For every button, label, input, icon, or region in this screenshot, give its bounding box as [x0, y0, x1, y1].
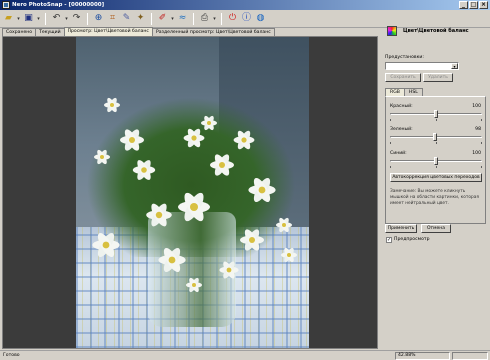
crop-icon[interactable]: ⌗: [106, 12, 119, 25]
toolbar-separator: [193, 12, 194, 25]
redo-icon[interactable]: ↷: [70, 12, 83, 25]
status-bar: Готово 42.88%: [0, 350, 490, 360]
flower: [233, 129, 255, 151]
web-icon[interactable]: ◍: [254, 12, 267, 25]
flower: [104, 96, 120, 114]
wand-icon[interactable]: ✦: [134, 12, 147, 25]
tab-preview[interactable]: Просмотр: Цвет\Цветовой баланс: [63, 27, 153, 36]
photo-image[interactable]: [76, 37, 309, 348]
flower: [132, 158, 156, 182]
title-bar: Nero PhotoSnap - [00000000] _ □ ×: [0, 0, 490, 10]
apply-button[interactable]: Применить: [385, 224, 417, 233]
tab-hsl[interactable]: HSL: [403, 88, 423, 96]
presets-label: Предустановки:: [385, 55, 424, 60]
flower: [240, 227, 264, 253]
color-mode-tabs: RGB HSL: [385, 88, 423, 96]
image-viewer[interactable]: [2, 36, 378, 349]
save-icon[interactable]: ▣: [22, 12, 35, 25]
status-cell: [452, 352, 488, 360]
window-controls: _ □ ×: [459, 1, 488, 9]
flower: [92, 230, 120, 260]
status-text: Готово: [3, 353, 20, 358]
green-label: Зеленый:: [390, 127, 413, 132]
panel-header: Цвет\Цветовой баланс: [381, 18, 490, 46]
close-button[interactable]: ×: [479, 1, 488, 9]
preview-checkbox[interactable]: ✓: [386, 237, 392, 243]
exit-icon[interactable]: ⏻: [226, 12, 239, 25]
slider-thumb[interactable]: [433, 133, 437, 141]
minimize-button[interactable]: _: [459, 1, 468, 9]
adjust-icon[interactable]: ≈: [176, 12, 189, 25]
flower: [210, 152, 234, 178]
color-dropdown-icon[interactable]: ▾: [170, 12, 175, 25]
toolbar-separator: [151, 12, 152, 25]
flower: [276, 216, 292, 234]
flower: [219, 259, 239, 281]
red-slider[interactable]: [390, 110, 482, 121]
flower: [146, 201, 172, 229]
flower: [120, 127, 144, 153]
print-icon[interactable]: ⎙: [198, 12, 211, 25]
flower: [94, 148, 110, 166]
maximize-button[interactable]: □: [469, 1, 478, 9]
zoom-icon[interactable]: ⊕: [92, 12, 105, 25]
toolbar-separator: [87, 12, 88, 25]
red-label: Красный:: [390, 104, 413, 109]
zoom-readout: 42.88%: [395, 352, 450, 360]
rgb-tab-content: Красный: 100 Зеленый: 98 Синий: 100 Авто…: [385, 96, 486, 224]
save-preset-button[interactable]: Сохранить: [385, 73, 421, 82]
open-dropdown-icon[interactable]: ▾: [16, 12, 21, 25]
auto-correct-button[interactable]: Автокоррекция цветовых переходов: [390, 173, 482, 182]
blue-value: 100: [472, 151, 481, 156]
print-dropdown-icon[interactable]: ▾: [212, 12, 217, 25]
flower: [281, 246, 297, 264]
color-icon[interactable]: ✐: [156, 12, 169, 25]
delete-preset-button[interactable]: Удалить: [423, 73, 453, 82]
tab-current[interactable]: Текущий: [35, 28, 65, 36]
slider-thumb[interactable]: [434, 110, 438, 118]
toolbar-separator: [45, 12, 46, 25]
open-folder-icon[interactable]: ▰: [2, 12, 15, 25]
help-icon[interactable]: ⓘ: [240, 12, 253, 25]
tab-saved[interactable]: Сохранено: [2, 28, 37, 36]
tab-rgb[interactable]: RGB: [385, 88, 405, 96]
undo-dropdown-icon[interactable]: ▾: [64, 12, 69, 25]
flower: [248, 175, 276, 205]
panel-title: Цвет\Цветовой баланс: [403, 28, 469, 34]
chevron-down-icon[interactable]: ▾: [451, 63, 458, 69]
note-text: Замечание: Вы можете кликнуть мышкой на …: [390, 189, 479, 206]
color-wheel-icon: [387, 26, 397, 36]
slider-ticks: [390, 166, 482, 168]
flower: [201, 114, 217, 132]
blue-slider[interactable]: [390, 157, 482, 168]
green-slider[interactable]: [390, 133, 482, 144]
preview-label: Предпросмотр: [394, 237, 430, 242]
flower: [186, 276, 202, 294]
app-icon: [2, 1, 10, 9]
brush-icon[interactable]: ✎: [120, 12, 133, 25]
undo-icon[interactable]: ↶: [50, 12, 63, 25]
presets-select[interactable]: ▾: [385, 62, 459, 70]
window-title: Nero PhotoSnap - [00000000]: [12, 2, 105, 8]
blue-label: Синий:: [390, 151, 407, 156]
color-balance-panel: Цвет\Цветовой баланс Предустановки: ▾ Со…: [381, 10, 490, 350]
toolbar-separator: [221, 12, 222, 25]
app-window: Nero PhotoSnap - [00000000] _ □ × ▰ ▾ ▣ …: [0, 0, 490, 360]
flower: [178, 190, 210, 224]
slider-ticks: [390, 119, 482, 121]
cancel-button[interactable]: Отмена: [421, 224, 451, 233]
tab-split-preview[interactable]: Разделенный просмотр: Цвет\Цветовой бала…: [151, 28, 275, 36]
slider-ticks: [390, 142, 482, 144]
red-value: 100: [472, 104, 481, 109]
slider-thumb[interactable]: [434, 157, 438, 165]
view-tabs: Сохранено Текущий Просмотр: Цвет\Цветово…: [2, 27, 275, 36]
flower: [158, 245, 186, 275]
green-value: 98: [475, 127, 481, 132]
save-dropdown-icon[interactable]: ▾: [36, 12, 41, 25]
